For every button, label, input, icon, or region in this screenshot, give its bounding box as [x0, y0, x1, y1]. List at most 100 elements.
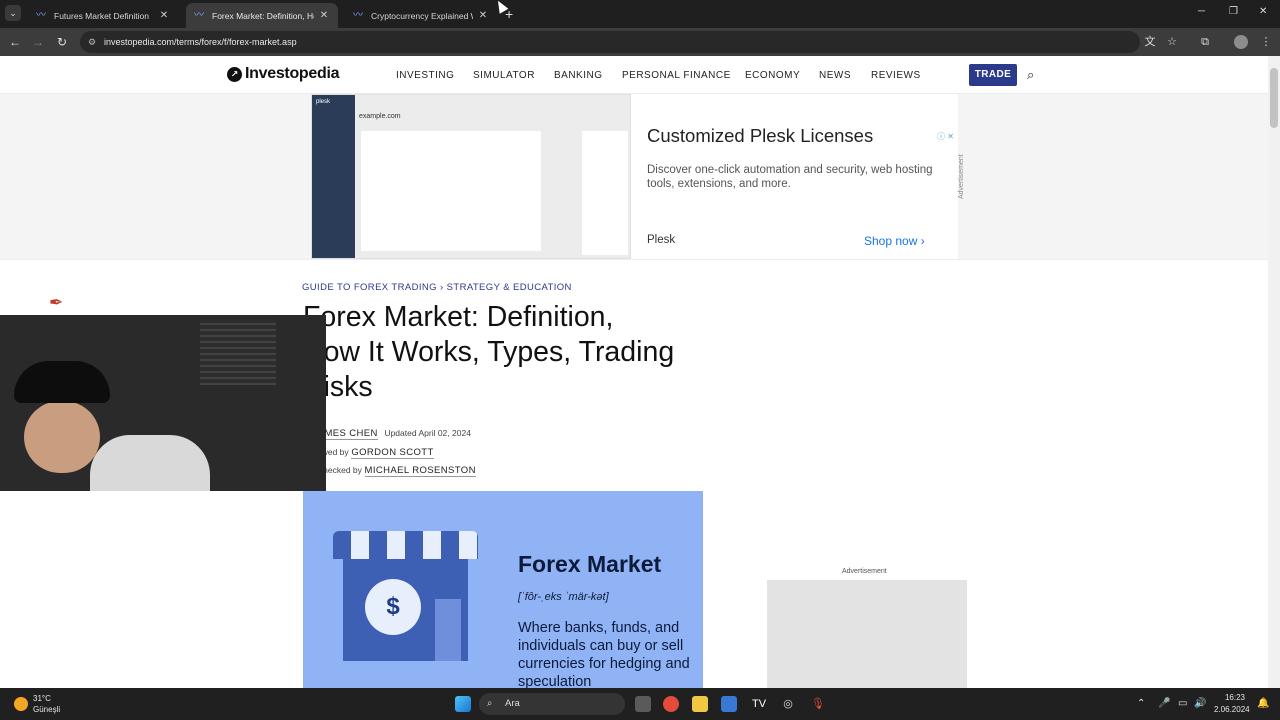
- file-explorer-icon[interactable]: [692, 696, 708, 712]
- ad-copy[interactable]: Customized Plesk Licenses Discover one-c…: [631, 94, 958, 259]
- awning: [333, 531, 478, 559]
- nav-reviews[interactable]: REVIEWS: [871, 70, 921, 81]
- tab-title: Cryptocurrency Explained With: [371, 10, 473, 21]
- browser-tab-bar: ⌄ 〰 Futures Market Definition ✕ 〰 Forex …: [0, 0, 1280, 28]
- updated-date: Updated April 02, 2024: [384, 428, 471, 438]
- ad-mock-sidebar: [312, 95, 355, 258]
- nav-economy[interactable]: ECONOMY: [745, 70, 800, 81]
- trade-button[interactable]: TRADE: [969, 64, 1017, 86]
- hero-pronunciation: [ˈfôr-ˌeks ˈmär-kət]: [518, 591, 609, 603]
- chevron-right-icon: ›: [920, 234, 925, 248]
- breadcrumb-guide[interactable]: GUIDE TO FOREX TRADING: [302, 282, 437, 293]
- hero-heading: Forex Market: [518, 551, 662, 577]
- nav-personal-finance[interactable]: PERSONAL FINANCE: [622, 70, 731, 81]
- clock-time[interactable]: 16:23: [1220, 693, 1250, 702]
- site-info-icon[interactable]: ⚙: [88, 31, 96, 53]
- title-line: Risks: [303, 371, 373, 403]
- article-title: Forex Market: Definition, How It Works, …: [303, 300, 713, 405]
- ad-image[interactable]: plesk example.com: [311, 94, 631, 259]
- investopedia-favicon-icon: 〰: [194, 9, 204, 21]
- address-bar[interactable]: ⚙ investopedia.com/terms/forex/f/forex-m…: [80, 31, 1140, 53]
- hero-image: $ Forex Market [ˈfôr-ˌeks ˈmär-kət] Wher…: [303, 491, 703, 688]
- windows-start-icon[interactable]: [455, 696, 471, 712]
- minimize-icon[interactable]: ─: [1198, 6, 1205, 17]
- weather-sun-icon[interactable]: [14, 697, 28, 711]
- title-line: Forex Market: Definition,: [303, 301, 614, 333]
- ad-title[interactable]: Customized Plesk Licenses: [647, 125, 873, 147]
- restore-icon[interactable]: ❐: [1229, 6, 1238, 17]
- microphone-icon[interactable]: 🎤: [1158, 698, 1170, 709]
- nav-simulator[interactable]: SIMULATOR: [473, 70, 535, 81]
- ad-shop-now-button[interactable]: Shop now ›: [864, 234, 925, 248]
- store-body: $: [343, 559, 468, 661]
- nav-news[interactable]: NEWS: [819, 70, 851, 81]
- ad-mock-logo: plesk: [316, 99, 331, 105]
- ad-label: Advertisement: [958, 154, 965, 199]
- menu-icon[interactable]: ⋮: [1258, 34, 1274, 50]
- investopedia-favicon-icon: 〰: [353, 9, 363, 21]
- forward-icon[interactable]: →: [30, 34, 46, 50]
- search-icon[interactable]: ⌕: [1027, 67, 1043, 83]
- tab-title: Futures Market Definition: [54, 10, 149, 21]
- back-icon[interactable]: ←: [7, 34, 23, 50]
- person-face: [24, 401, 100, 473]
- ad-brand: Plesk: [647, 234, 676, 246]
- scrollbar-thumb[interactable]: [1270, 68, 1278, 128]
- close-icon[interactable]: ✕: [477, 10, 489, 21]
- breadcrumb-strategy[interactable]: STRATEGY & EDUCATION: [447, 282, 572, 293]
- tab-futures[interactable]: 〰 Futures Market Definition ✕: [28, 3, 178, 28]
- notification-bell-icon[interactable]: 🔔: [1257, 698, 1269, 709]
- ad-mock-right-panel: [582, 131, 628, 255]
- ad-choices-icon[interactable]: ⓘ ✕: [937, 131, 954, 142]
- translate-icon[interactable]: 文: [1142, 34, 1158, 50]
- ad-mock-panel: [361, 131, 541, 251]
- ad-description: Discover one-click automation and securi…: [647, 164, 933, 190]
- clock-date[interactable]: 2.06.2024: [1214, 705, 1250, 714]
- task-view-icon[interactable]: [635, 696, 651, 712]
- steam-icon[interactable]: ◎: [780, 696, 796, 712]
- logo-text: Investopedia: [245, 65, 340, 82]
- byline-factcheck: Fact checked by MICHAEL ROSENSTON: [300, 465, 476, 477]
- microphone-app-icon[interactable]: 🎙: [810, 696, 826, 712]
- nav-investing[interactable]: INVESTING: [396, 70, 454, 81]
- person-cap: [14, 361, 110, 403]
- volume-icon[interactable]: 🔊: [1194, 698, 1206, 709]
- store-icon[interactable]: [721, 696, 737, 712]
- tab-cryptocurrency[interactable]: 〰 Cryptocurrency Explained With ✕: [345, 3, 497, 28]
- right-advertisement[interactable]: [767, 580, 967, 688]
- site-header: ↗ Investopedia INVESTING SIMULATOR BANKI…: [0, 56, 1268, 94]
- browser-toolbar: ← → ↻ ⚙ investopedia.com/terms/forex/f/f…: [0, 28, 1280, 56]
- factchecker-link[interactable]: MICHAEL ROSENSTON: [364, 465, 476, 477]
- reviewer-link[interactable]: GORDON SCOTT: [351, 447, 434, 459]
- windows-taskbar: 31°C Güneşli ⌕ Ara TV ◎ 🎙 ⌃ 🎤 ▭ 🔊 16:23 …: [0, 688, 1280, 720]
- logo-icon: ↗: [227, 66, 242, 82]
- webcam-overlay: [0, 315, 326, 491]
- url-text: investopedia.com/terms/forex/f/forex-mar…: [104, 37, 297, 47]
- taskbar-search[interactable]: ⌕ Ara: [479, 693, 625, 715]
- investopedia-favicon-icon: 〰: [36, 9, 46, 21]
- window-close-icon[interactable]: ✕: [1259, 6, 1267, 17]
- weather-description[interactable]: Güneşli: [33, 705, 60, 714]
- site-logo[interactable]: ↗ Investopedia: [227, 65, 340, 83]
- search-icon: ⌕: [487, 698, 493, 709]
- nav-banking[interactable]: BANKING: [554, 70, 603, 81]
- ad-mock-url: example.com: [359, 113, 401, 120]
- quill-icon: ✒: [49, 293, 64, 312]
- close-icon[interactable]: ✕: [318, 10, 330, 21]
- right-ad-label: Advertisement: [842, 568, 887, 575]
- tradingview-icon[interactable]: TV: [751, 696, 767, 712]
- top-advertisement[interactable]: plesk example.com Customized Plesk Licen…: [0, 94, 1268, 260]
- show-hidden-icons-icon[interactable]: ⌃: [1137, 698, 1145, 709]
- tab-search-button[interactable]: ⌄: [5, 5, 21, 21]
- bookmark-star-icon[interactable]: ☆: [1164, 34, 1180, 50]
- tab-forex[interactable]: 〰 Forex Market: Definition, How It ✕: [186, 3, 338, 28]
- dollar-coin-icon: $: [365, 579, 421, 635]
- weather-temperature[interactable]: 31°C: [33, 694, 51, 703]
- scrollbar[interactable]: [1268, 56, 1280, 688]
- close-icon[interactable]: ✕: [158, 10, 170, 21]
- chrome-icon[interactable]: [663, 696, 679, 712]
- profile-avatar[interactable]: [1234, 35, 1248, 49]
- extensions-icon[interactable]: ⧉: [1197, 34, 1213, 50]
- network-icon[interactable]: ▭: [1178, 698, 1187, 709]
- reload-icon[interactable]: ↻: [54, 34, 70, 50]
